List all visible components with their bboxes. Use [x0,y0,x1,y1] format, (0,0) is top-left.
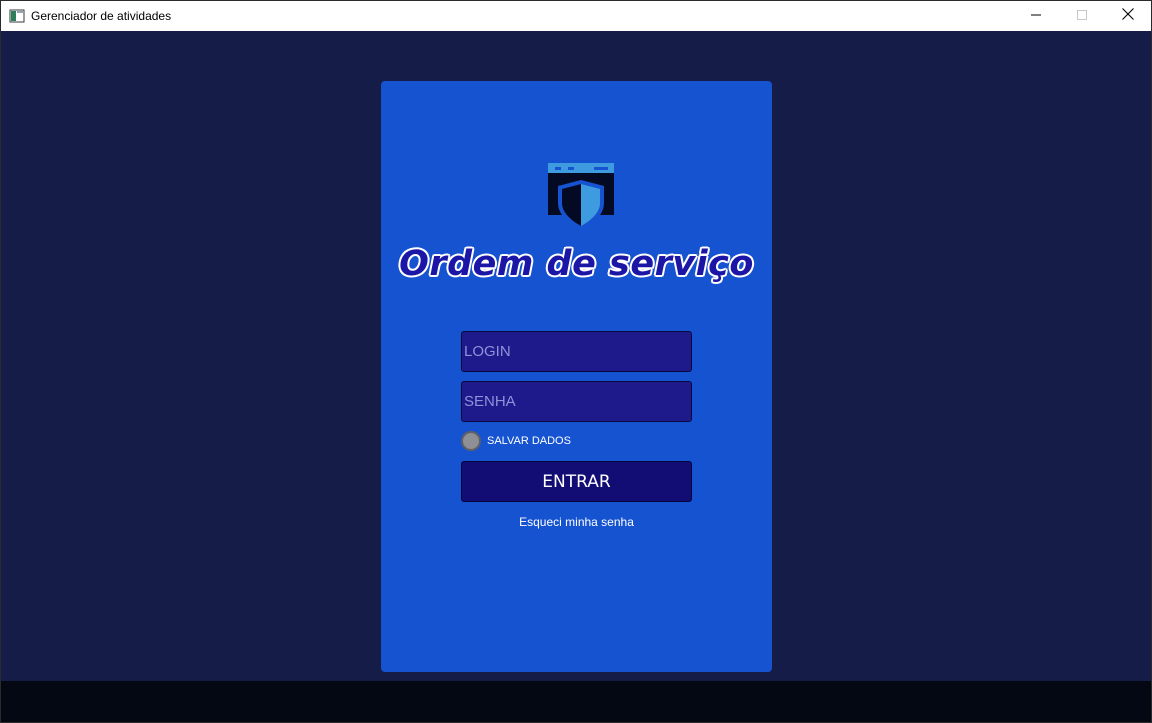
window-controls [1013,1,1151,31]
page-title: Ordem de serviço [399,244,754,284]
maximize-button[interactable] [1059,1,1105,31]
app-window: Gerenciador de atividades Ordem de servi… [0,0,1152,723]
login-card: Ordem de serviço SALVAR DADOS ENTRAR Esq… [381,81,772,672]
forgot-password-link[interactable]: Esqueci minha senha [381,515,772,529]
minimize-button[interactable] [1013,1,1059,31]
window-app-icon [9,8,25,24]
password-input[interactable] [461,381,692,422]
save-data-toggle[interactable]: SALVAR DADOS [461,430,571,452]
save-data-radio[interactable] [461,431,481,451]
save-data-label: SALVAR DADOS [487,435,571,447]
close-button[interactable] [1105,1,1151,31]
maximize-icon [1077,7,1087,25]
login-input[interactable] [461,331,692,372]
shield-window-icon [548,163,614,231]
close-icon [1122,7,1134,25]
minimize-icon [1031,7,1041,25]
enter-button[interactable]: ENTRAR [461,461,692,502]
client-area: Ordem de serviço SALVAR DADOS ENTRAR Esq… [1,31,1151,681]
window-title: Gerenciador de atividades [31,9,172,23]
title-bar[interactable]: Gerenciador de atividades [1,1,1151,31]
bottom-bar [1,681,1151,722]
